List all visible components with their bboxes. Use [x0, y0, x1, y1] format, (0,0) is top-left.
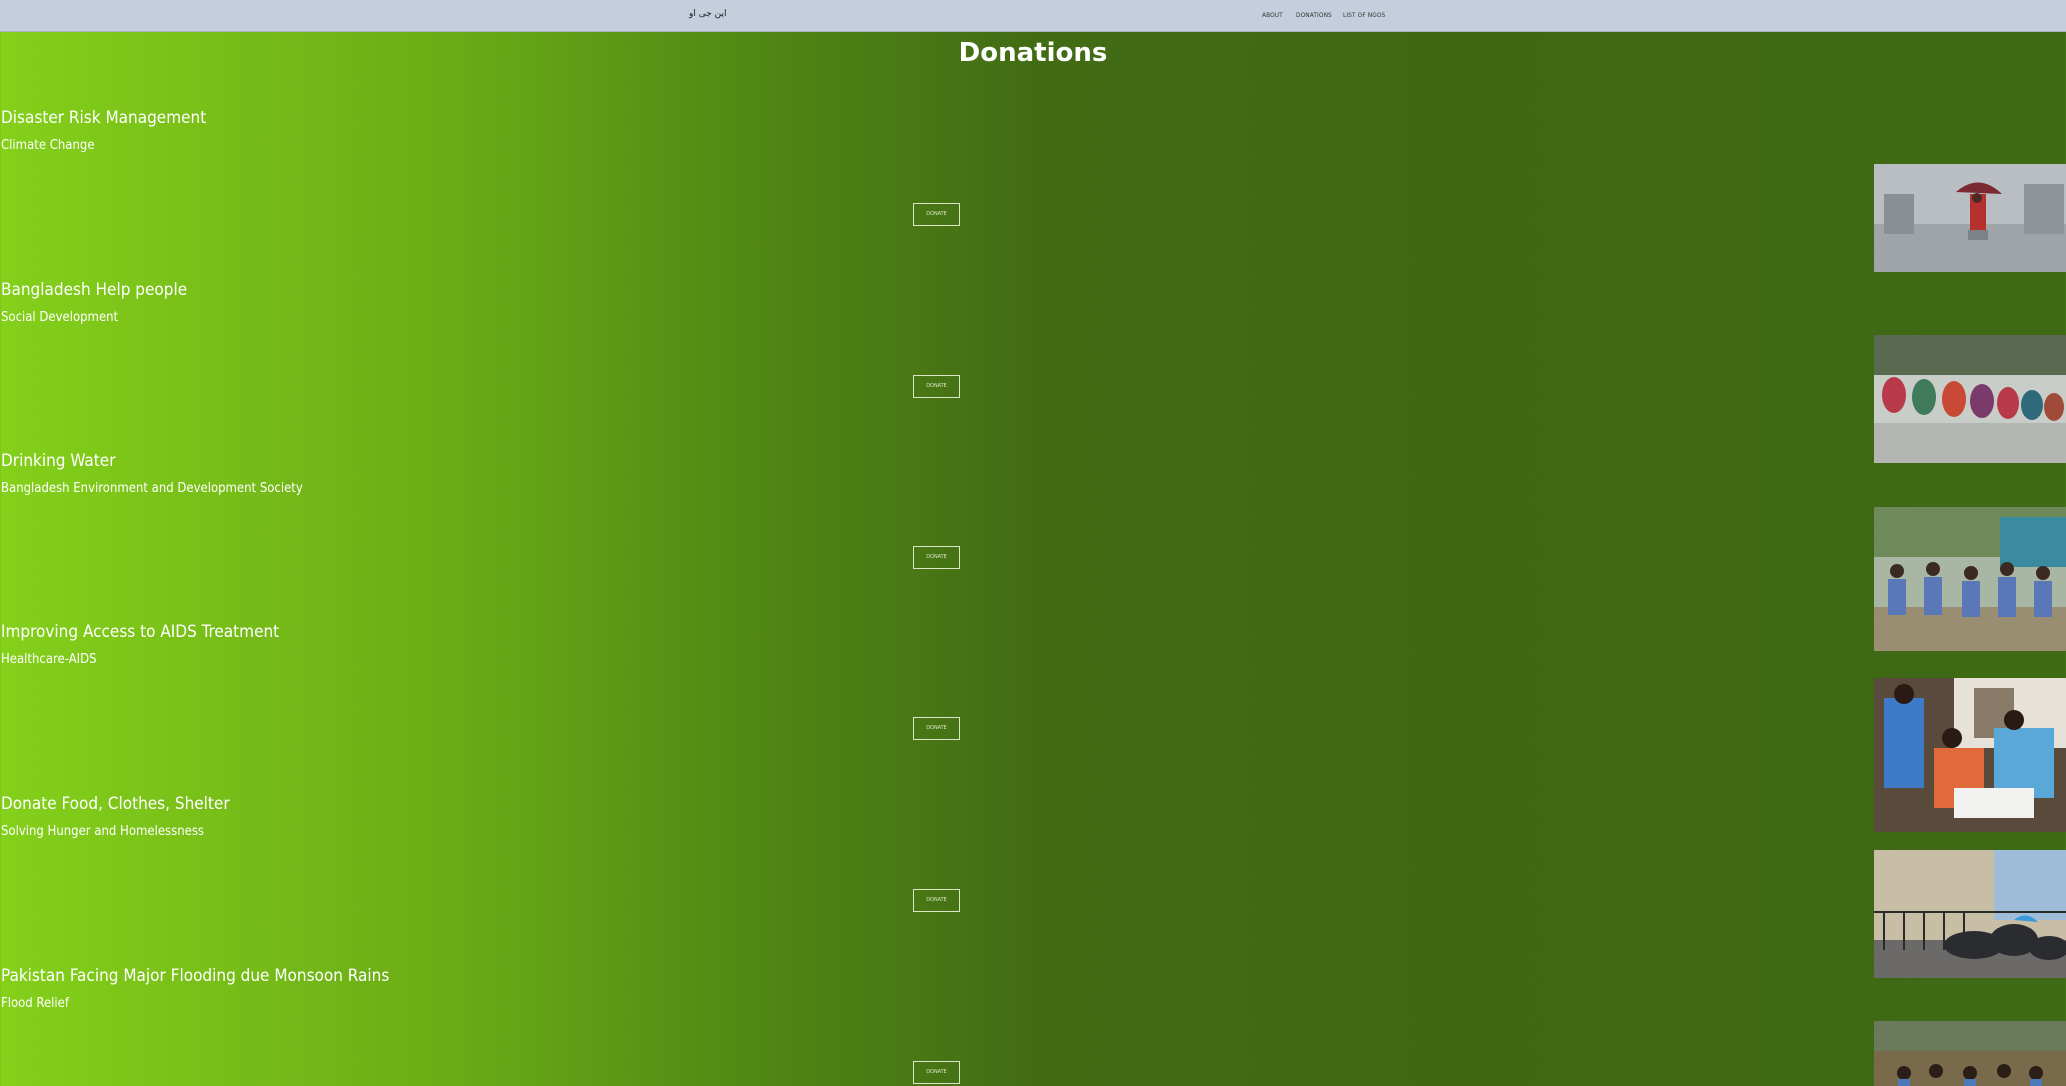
- top-navbar: این جی او ABOUT DONATIONS LIST OF NGOS: [0, 0, 2066, 32]
- donate-button[interactable]: DONATE: [913, 889, 960, 912]
- brand-logo-text[interactable]: این جی او: [689, 9, 727, 19]
- donate-button[interactable]: DONATE: [913, 717, 960, 740]
- nav-donations-link[interactable]: DONATIONS: [1296, 11, 1332, 19]
- donation-card: Donate Food, Clothes, Shelter Solving Hu…: [0, 794, 2066, 966]
- donation-category: Solving Hunger and Homelessness: [1, 824, 205, 839]
- donation-card: Pakistan Facing Major Flooding due Monso…: [0, 966, 2066, 1086]
- donation-category: Healthcare-AIDS: [1, 652, 97, 667]
- donate-button[interactable]: DONATE: [913, 375, 960, 398]
- page-title: Donations: [958, 38, 1108, 68]
- donate-button[interactable]: DONATE: [913, 546, 960, 569]
- flood-children-photo: [1874, 1021, 2066, 1086]
- flood-woman-umbrella-photo: [1874, 164, 2066, 272]
- nav-about-link[interactable]: ABOUT: [1262, 11, 1283, 19]
- donation-category: Climate Change: [1, 138, 95, 153]
- donation-card: Disaster Risk Management Climate Change …: [0, 108, 2066, 280]
- donation-card: Bangladesh Help people Social Developmen…: [0, 280, 2066, 452]
- donate-button[interactable]: DONATE: [913, 203, 960, 226]
- donation-title: Improving Access to AIDS Treatment: [1, 622, 280, 642]
- donation-card: Drinking Water Bangladesh Environment an…: [0, 451, 2066, 623]
- nav-list-of-ngos-link[interactable]: LIST OF NGOS: [1343, 11, 1385, 19]
- crowd-seated-photo: [1874, 335, 2066, 463]
- donation-title: Bangladesh Help people: [1, 280, 188, 300]
- donation-title: Donate Food, Clothes, Shelter: [1, 794, 230, 814]
- donation-category: Social Development: [1, 310, 119, 325]
- donation-category: Flood Relief: [1, 996, 69, 1011]
- donation-title: Pakistan Facing Major Flooding due Monso…: [1, 966, 390, 986]
- donate-button[interactable]: DONATE: [913, 1061, 960, 1084]
- donation-title: Drinking Water: [1, 451, 116, 471]
- donation-title: Disaster Risk Management: [1, 108, 207, 128]
- homeless-street-photo: [1874, 850, 2066, 978]
- donation-card: Improving Access to AIDS Treatment Healt…: [0, 622, 2066, 794]
- donation-category: Bangladesh Environment and Development S…: [1, 481, 303, 496]
